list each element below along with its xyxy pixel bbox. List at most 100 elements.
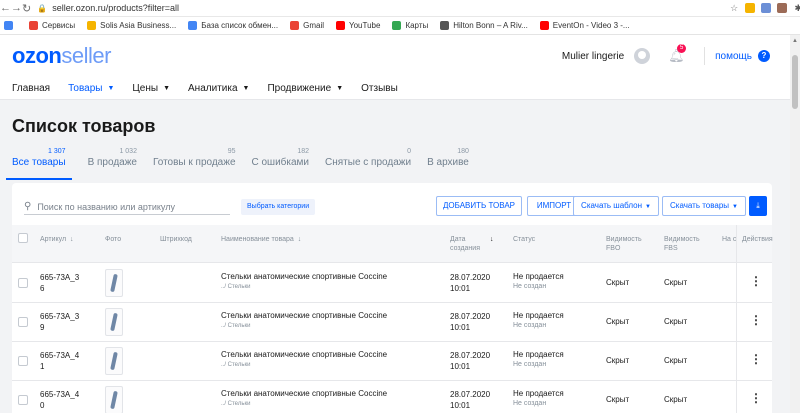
row-article[interactable]: 665-73А_4 0: [40, 389, 86, 411]
row-substatus: Не создан: [513, 361, 547, 368]
nav-item[interactable]: Отзывы: [361, 83, 398, 94]
add-product-button[interactable]: ДОБАВИТЬ ТОВАР: [436, 196, 522, 216]
select-all-checkbox[interactable]: [18, 233, 28, 243]
back-icon[interactable]: ←: [0, 2, 11, 14]
row-product-name[interactable]: Стельки анатомические спортивные Coccine: [221, 272, 387, 281]
row-created-date: 28.07.2020 10:01: [450, 350, 490, 372]
bookmark-item[interactable]: Hilton Bonn – A Riv...: [440, 21, 528, 30]
bookmark-label: YouTube: [349, 21, 381, 30]
table-row[interactable]: 665-73А_3 9 Стельки анатомические спортивн…: [12, 303, 772, 342]
more-actions-icon[interactable]: ⋮: [750, 274, 762, 288]
divider: [704, 47, 706, 65]
row-product-name[interactable]: Стельки анатомические спортивные Coccine: [221, 350, 387, 359]
star-icon[interactable]: ☆: [729, 3, 739, 13]
avatar[interactable]: [634, 48, 651, 64]
row-category-path: ../ Стельки: [221, 323, 251, 329]
table-row[interactable]: 665-73А_4 1 Стельки анатомические спортивн…: [12, 342, 772, 381]
main-nav: Главная Товары ▼ Цены ▼ Аналитика ▼ Продвижение…: [0, 77, 800, 100]
search-input[interactable]: [37, 201, 218, 212]
bookmark-item[interactable]: EventOn - Video 3 -...: [539, 21, 630, 30]
download-products-button[interactable]: Скачать товары ▼: [662, 196, 746, 216]
product-thumbnail[interactable]: [105, 269, 123, 297]
extension-icon[interactable]: [745, 3, 756, 13]
more-actions-icon[interactable]: ⋮: [750, 313, 762, 327]
row-checkbox[interactable]: [18, 317, 28, 327]
tab-item[interactable]: В архиве 180: [427, 148, 469, 180]
row-checkbox[interactable]: [18, 395, 28, 405]
bookmark-item[interactable]: Gmail: [290, 21, 324, 30]
download-icon[interactable]: ⤓: [749, 196, 767, 216]
column-article[interactable]: Артикул ↓: [40, 235, 74, 244]
column-date[interactable]: Дата создания: [450, 235, 480, 253]
nav-item[interactable]: Цены ▼: [132, 83, 170, 94]
row-checkbox[interactable]: [18, 356, 28, 366]
help-icon[interactable]: ?: [758, 50, 770, 62]
tab-item[interactable]: Все товары 1 307: [6, 148, 72, 180]
scroll-up-icon[interactable]: ▲: [792, 38, 798, 44]
tab-item[interactable]: Готовы к продаже 95: [153, 148, 236, 180]
product-thumbnail[interactable]: [105, 308, 123, 336]
extension-icon[interactable]: [761, 3, 772, 13]
bookmark-item[interactable]: Solis Asia Business...: [87, 21, 176, 30]
row-status: Не продается: [513, 311, 564, 320]
more-actions-icon[interactable]: ⋮: [750, 352, 762, 366]
tab-item[interactable]: С ошибками 182: [252, 148, 310, 180]
ozon-seller-logo[interactable]: ozon seller: [12, 43, 111, 69]
row-article[interactable]: 665-73А_4 1: [40, 350, 86, 372]
column-name[interactable]: Наименование товара ↓: [221, 235, 301, 244]
bookmark-item[interactable]: База список обмен...: [188, 21, 278, 30]
tab-label: В архиве: [427, 157, 469, 168]
nav-item-label: Цены: [132, 82, 159, 94]
help-link[interactable]: помощь: [715, 51, 752, 62]
tab-item[interactable]: Снятые с продажи 0: [325, 148, 411, 180]
puzzle-icon[interactable]: ✱: [793, 3, 800, 13]
forward-icon[interactable]: →: [11, 2, 22, 14]
product-thumbnail[interactable]: [105, 347, 123, 375]
nav-item[interactable]: Товары ▼: [68, 83, 114, 94]
bookmark-item[interactable]: Сервисы: [29, 21, 75, 30]
logo-secondary: seller: [61, 43, 111, 68]
column-fbs-label-1: Видимость: [664, 236, 700, 243]
chevron-down-icon: ▼: [107, 84, 115, 92]
column-name-label: Наименование товара: [221, 236, 294, 243]
column-date-label-2: создания: [450, 245, 480, 252]
address-bar[interactable]: 🔒 seller.ozon.ru/products?filter=all: [37, 2, 727, 15]
row-article[interactable]: 665-73А_3 6: [40, 272, 86, 294]
product-thumbnail[interactable]: [105, 386, 123, 413]
bookmark-item[interactable]: YouTube: [336, 21, 380, 30]
bell-icon[interactable]: 🔔︎ 5: [668, 44, 687, 63]
bookmark-favicon-icon: [87, 21, 97, 30]
bookmark-label: EventOn - Video 3 -...: [552, 21, 630, 30]
column-extra: На с: [722, 236, 737, 243]
seller-name[interactable]: Mulier lingerie: [562, 51, 624, 62]
apps-icon[interactable]: [4, 21, 17, 30]
row-product-name[interactable]: Стельки анатомические спортивные Coccine: [221, 389, 387, 398]
page-scrollbar[interactable]: ▲: [790, 35, 800, 413]
table-row[interactable]: 665-73А_4 0 Стельки анатомические спортивн…: [12, 381, 772, 413]
row-status: Не продается: [513, 350, 564, 359]
table-row[interactable]: 665-73А_3 6 Стельки анатомические спортивн…: [12, 264, 772, 303]
scroll-thumb[interactable]: [792, 55, 798, 109]
row-status: Не продается: [513, 389, 564, 398]
row-article[interactable]: 665-73А_3 9: [40, 311, 86, 333]
nav-item[interactable]: Главная: [12, 83, 50, 94]
tab-label: Снятые с продажи: [325, 157, 412, 168]
column-barcode: Штрихкод: [160, 236, 192, 243]
row-checkbox[interactable]: [18, 278, 28, 288]
row-created-date: 28.07.2020 10:01: [450, 311, 490, 333]
bookmark-item[interactable]: Карты: [392, 21, 428, 30]
tab-item[interactable]: В продаже 1 032: [88, 148, 137, 180]
reload-icon[interactable]: ↻: [22, 2, 31, 15]
extension-icon[interactable]: [777, 3, 788, 13]
download-template-button[interactable]: Скачать шаблон ▼: [573, 196, 659, 216]
row-product-name[interactable]: Стельки анатомические спортивные Coccine: [221, 311, 387, 320]
status-tabs: Все товары 1 307 В продаже 1 032 Готовы к пр…: [6, 148, 485, 180]
sort-down-icon[interactable]: ↓: [490, 235, 494, 244]
column-status: Статус: [513, 236, 536, 243]
search-field[interactable]: ⚲: [24, 199, 230, 215]
more-actions-icon[interactable]: ⋮: [750, 391, 762, 405]
nav-item[interactable]: Аналитика ▼: [188, 83, 249, 94]
nav-item[interactable]: Продвижение ▼: [267, 83, 343, 94]
column-fbs-label-2: FBS: [664, 245, 678, 252]
select-categories-button[interactable]: Выбрать категории: [241, 199, 316, 215]
